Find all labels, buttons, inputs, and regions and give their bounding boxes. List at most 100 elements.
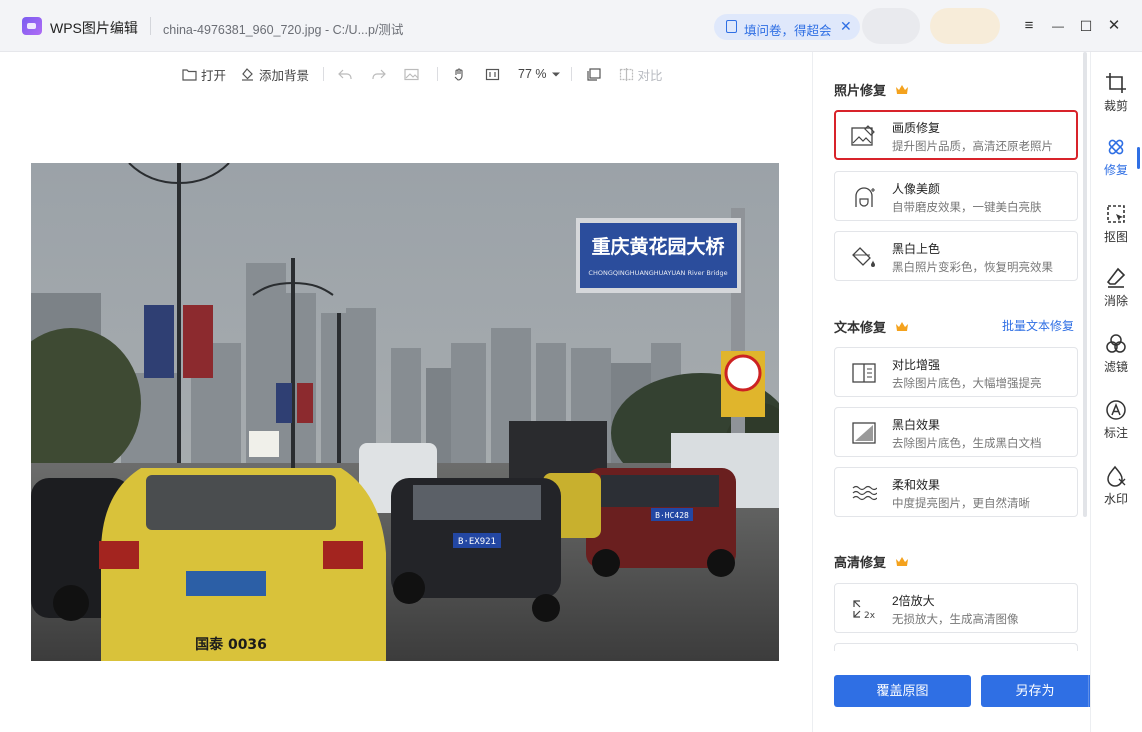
annotate-icon: [1106, 400, 1126, 420]
repair-panel: 照片修复 画质修复 提升图片品质，高清还原老照片 人像美颜 自带磨皮效果，一键美…: [812, 52, 1090, 732]
section-text-repair: 文本修复: [834, 317, 908, 336]
rail-item-filter[interactable]: 滤镜: [1091, 333, 1142, 383]
menu-icon[interactable]: ≡: [1019, 15, 1039, 37]
card-description: 自带磨皮效果，一键美白亮肤: [892, 202, 1042, 214]
batch-text-repair-link[interactable]: 批量文本修复: [1002, 317, 1074, 334]
contrast-enhance-icon: [852, 363, 876, 383]
section-text-repair-title: 文本修复: [834, 320, 887, 335]
compare-label: 对比: [637, 68, 663, 83]
redo-button[interactable]: [371, 68, 390, 81]
membership-badge-blurred[interactable]: [930, 8, 1000, 44]
compare-button[interactable]: 对比: [619, 65, 663, 84]
undo-icon: [338, 69, 352, 79]
rail-item-cutout[interactable]: 抠图: [1091, 203, 1142, 253]
overwrite-original-button[interactable]: 覆盖原图: [834, 675, 971, 707]
colorize-icon: [852, 247, 875, 267]
pan-hand-button[interactable]: [452, 67, 471, 81]
cutout-icon: [1107, 205, 1125, 223]
rail-label: 水印: [1103, 492, 1128, 506]
chevron-down-icon: [551, 72, 560, 76]
survey-text[interactable]: 填问卷，得超会: [744, 20, 832, 39]
repair-icon: [1108, 139, 1124, 155]
edited-photo[interactable]: 重庆黄花园大桥 CHONGQINGHUANGHUAYUAN River Brid…: [31, 163, 779, 661]
card-description: 中度提亮图片，更自然清晰: [892, 498, 1030, 510]
survey-banner[interactable]: 填问卷，得超会 ✕: [714, 14, 860, 40]
image-button[interactable]: [404, 68, 423, 81]
toolbar-divider: [570, 67, 572, 81]
plate-right: B·HC428: [655, 511, 689, 520]
rail-item-crop[interactable]: 裁剪: [1091, 72, 1142, 122]
card-title: 2倍放大: [892, 594, 935, 608]
close-window-button[interactable]: ✕: [1104, 15, 1124, 37]
crown-icon: [895, 85, 908, 94]
rail-item-erase[interactable]: 消除: [1091, 267, 1142, 317]
rail-item-annotate[interactable]: 标注: [1091, 399, 1142, 449]
tool-rail: 裁剪 修复 抠图 消除 滤镜 标注 水印: [1090, 52, 1142, 732]
card-bw-effect[interactable]: 黑白效果 去除图片底色，生成黑白文档: [834, 407, 1078, 457]
image-enhance-icon: [851, 125, 875, 146]
crown-icon: [895, 557, 908, 566]
card-title: 人像美颜: [892, 182, 941, 196]
app-logo-icon: [22, 17, 42, 35]
street-scene-image: 重庆黄花园大桥 CHONGQINGHUANGHUAYUAN River Brid…: [31, 163, 779, 661]
save-as-button[interactable]: 另存为: [981, 675, 1089, 707]
section-hd-repair: 高清修复: [834, 552, 908, 571]
card-description: 去除图片底色，大幅增强提亮: [892, 378, 1042, 390]
zoom-select[interactable]: 77 %: [518, 67, 565, 81]
bw-effect-icon: [852, 422, 876, 444]
card-contrast-enhance[interactable]: 对比增强 去除图片底色，大幅增强提亮: [834, 347, 1078, 397]
watermark-icon: [1107, 465, 1126, 487]
card-description: 提升图片品质，高清还原老照片: [892, 141, 1053, 153]
rail-label: 裁剪: [1103, 99, 1128, 113]
card-description: 无损放大，生成高清图像: [892, 614, 1019, 626]
card-next-partial[interactable]: [834, 643, 1078, 651]
eraser-icon: [1106, 267, 1126, 288]
file-path: china-4976381_960_720.jpg - C:/U...p/测试: [163, 23, 404, 37]
road-sign-subtext: CHONGQINGHUANGHUAYUAN River Bridge: [588, 269, 727, 277]
toolbar-divider: [323, 67, 325, 81]
user-avatar-blurred[interactable]: [862, 8, 920, 44]
card-title: 柔和效果: [892, 478, 941, 492]
section-photo-repair: 照片修复: [834, 80, 908, 99]
redo-icon: [372, 69, 386, 79]
card-upscale-2x[interactable]: 2x 2倍放大 无损放大，生成高清图像: [834, 583, 1078, 633]
card-image-quality-repair[interactable]: 画质修复 提升图片品质，高清还原老照片: [834, 110, 1078, 160]
undo-button[interactable]: [338, 68, 357, 81]
road-sign-text: 重庆黄花园大桥: [591, 235, 725, 258]
rail-label: 滤镜: [1103, 360, 1128, 374]
image-toolbar: 打开 添加背景 77 % 对比: [182, 64, 677, 84]
portrait-beauty-icon: [855, 187, 875, 207]
upscale-2x-icon: 2x: [853, 600, 876, 620]
title-bar: WPS图片编辑 china-4976381_960_720.jpg - C:/U…: [0, 0, 1142, 52]
rail-label: 抠图: [1103, 230, 1128, 244]
rail-label: 消除: [1103, 294, 1128, 308]
rail-label: 标注: [1103, 426, 1128, 440]
maximize-button[interactable]: ☐: [1076, 15, 1096, 37]
add-background-button[interactable]: 添加背景: [240, 65, 309, 84]
soft-effect-icon: [852, 485, 877, 501]
rail-item-watermark[interactable]: 水印: [1091, 465, 1142, 515]
section-hd-repair-title: 高清修复: [834, 555, 887, 570]
rail-item-repair[interactable]: 修复: [1091, 136, 1142, 186]
image-icon: [404, 68, 419, 80]
survey-close-icon[interactable]: ✕: [840, 18, 852, 35]
card-portrait-beauty[interactable]: 人像美颜 自带磨皮效果，一键美白亮肤: [834, 171, 1078, 221]
rail-label: 修复: [1103, 163, 1128, 177]
minimize-button[interactable]: —: [1048, 15, 1068, 37]
actual-size-button[interactable]: [485, 68, 504, 81]
card-colorize[interactable]: 黑白上色 黑白照片变彩色，恢复明亮效果: [834, 231, 1078, 281]
open-button[interactable]: 打开: [182, 65, 226, 84]
add-background-label: 添加背景: [259, 68, 310, 83]
card-title: 画质修复: [892, 121, 941, 135]
card-soft-effect[interactable]: 柔和效果 中度提亮图片，更自然清晰: [834, 467, 1078, 517]
filter-icon: [1106, 334, 1126, 353]
card-title: 黑白效果: [892, 418, 941, 432]
toolbar-divider: [437, 67, 439, 81]
card-description: 黑白照片变彩色，恢复明亮效果: [892, 262, 1053, 274]
section-photo-repair-title: 照片修复: [834, 83, 887, 98]
panel-scrollbar[interactable]: [1083, 52, 1087, 517]
plate-center: B·EX921: [458, 537, 496, 547]
compare-icon: [619, 67, 633, 81]
copy-button[interactable]: [586, 67, 605, 81]
app-title: WPS图片编辑: [50, 20, 138, 36]
